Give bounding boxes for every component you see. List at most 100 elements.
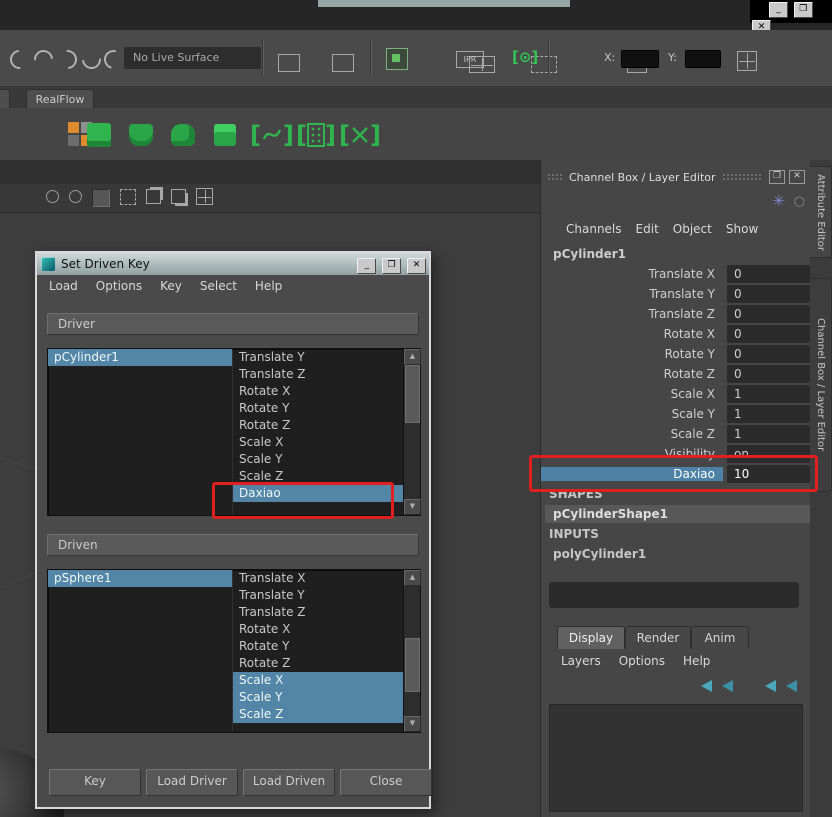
menu-key[interactable]: Key [160, 279, 182, 293]
attr-label[interactable]: Translate X [541, 267, 723, 281]
driver-attr-item[interactable]: Scale Y [233, 451, 403, 468]
menu-select[interactable]: Select [200, 279, 237, 293]
attr-value[interactable]: 0 [727, 305, 810, 323]
menu-options[interactable]: Options [96, 279, 142, 293]
menu-help[interactable]: Help [683, 654, 710, 668]
attr-label[interactable]: Rotate Y [541, 347, 723, 361]
driven-object-item[interactable]: pSphere1 [48, 570, 232, 587]
driver-attr-item[interactable]: Rotate X [233, 383, 403, 400]
connection-arrows-icon[interactable]: ✳ [772, 192, 785, 210]
menu-options[interactable]: Options [619, 654, 665, 668]
speed-control-icon[interactable]: ○ [794, 194, 805, 209]
driver-object-item[interactable]: pCylinder1 [48, 349, 232, 366]
copy-icon[interactable] [146, 189, 161, 207]
move-layer-up-icon[interactable] [701, 680, 712, 692]
grid-snap-icon[interactable] [78, 46, 105, 73]
driver-attr-item[interactable]: Rotate Z [233, 417, 403, 434]
driven-attr-item-selected[interactable]: Scale Y [233, 689, 403, 706]
driven-attr-item-selected[interactable]: Scale Z [233, 706, 403, 723]
isolate-select-icon[interactable] [196, 188, 213, 208]
construction-history-icon[interactable] [385, 48, 408, 70]
driver-attr-item[interactable]: Scale X [233, 434, 403, 451]
shelf-icon-container[interactable] [126, 120, 156, 150]
attr-value[interactable]: 0 [727, 325, 810, 343]
float-panel-icon[interactable]: ❐ [769, 170, 785, 184]
ipr-render-icon[interactable]: IPR [456, 51, 484, 68]
scroll-up-icon[interactable]: ▲ [404, 570, 421, 586]
surface-snap-icon[interactable] [30, 46, 57, 73]
empty-field[interactable] [549, 582, 799, 608]
dialog-minimize-button[interactable]: _ [357, 258, 377, 274]
paint-select-icon[interactable] [69, 190, 82, 206]
close-panel-icon[interactable]: ✕ [789, 170, 805, 184]
attr-value[interactable]: 0 [727, 365, 810, 383]
x-coordinate-input[interactable] [621, 50, 659, 68]
curve-snap-icon[interactable] [6, 46, 33, 73]
input-node-row[interactable]: polyCylinder1 [553, 547, 646, 561]
point-snap-icon[interactable] [54, 46, 81, 73]
driven-attr-item[interactable]: Translate X [233, 570, 403, 587]
driven-scrollbar[interactable]: ▲ ▼ [403, 570, 421, 732]
maximize-button[interactable]: ❐ [793, 2, 813, 18]
panel-grip[interactable] [547, 172, 563, 182]
attr-label[interactable]: Scale Z [541, 427, 723, 441]
scroll-up-icon[interactable]: ▲ [404, 349, 421, 365]
attr-value[interactable]: 1 [727, 425, 810, 443]
key-button[interactable]: Key [49, 769, 141, 796]
attr-label[interactable]: Scale Y [541, 407, 723, 421]
menu-help[interactable]: Help [255, 279, 282, 293]
grid-coordinates-icon[interactable] [736, 51, 757, 71]
menu-object[interactable]: Object [673, 222, 712, 236]
driven-attr-item[interactable]: Rotate Z [233, 655, 403, 672]
menu-load[interactable]: Load [49, 279, 78, 293]
close-dialog-button[interactable]: Close [340, 769, 432, 796]
driven-attr-item[interactable]: Rotate Y [233, 638, 403, 655]
tab-display[interactable]: Display [557, 626, 625, 649]
shelf-icon-grid-bracket[interactable]: [] [296, 120, 336, 150]
minimize-button[interactable]: _ [769, 2, 788, 18]
attr-value[interactable]: 1 [727, 405, 810, 423]
channel-box-header[interactable]: Channel Box / Layer Editor ❐ ✕ [541, 168, 811, 186]
scroll-down-icon[interactable]: ▼ [404, 716, 421, 732]
shelf-icon-cross-bracket[interactable]: [ ] [338, 120, 382, 150]
dialog-close-button[interactable]: ✕ [407, 258, 426, 274]
driver-attr-item[interactable]: Translate Y [233, 349, 403, 366]
attr-value[interactable]: 0 [727, 345, 810, 363]
menu-layers[interactable]: Layers [561, 654, 601, 668]
attr-value[interactable]: 1 [727, 385, 810, 403]
driver-scrollbar[interactable]: ▲ ▼ [403, 349, 421, 515]
shelf-tab-partial[interactable] [0, 89, 10, 109]
lasso-icon[interactable] [46, 190, 59, 206]
view-snap-icon[interactable] [100, 46, 127, 73]
tab-attribute-editor[interactable]: Attribute Editor [810, 166, 832, 258]
scrollbar-thumb[interactable] [405, 365, 420, 423]
shape-node-row[interactable]: pCylinderShape1 [545, 505, 811, 523]
attr-label[interactable]: Rotate X [541, 327, 723, 341]
driver-attr-item[interactable]: Rotate Y [233, 400, 403, 417]
attr-label[interactable]: Translate Z [541, 307, 723, 321]
shelf-icon-curve-bracket[interactable]: [ ] [250, 120, 294, 150]
scroll-down-icon[interactable]: ▼ [404, 499, 421, 515]
tab-render[interactable]: Render [625, 626, 691, 649]
tab-anim[interactable]: Anim [691, 626, 749, 649]
attr-label[interactable]: Scale X [541, 387, 723, 401]
scrollbar-thumb[interactable] [405, 638, 420, 692]
shelf-icon-cube[interactable] [210, 120, 240, 150]
driven-attr-item[interactable]: Translate Z [233, 604, 403, 621]
live-surface-field[interactable]: No Live Surface [124, 47, 261, 69]
layer-list-area[interactable] [549, 704, 803, 812]
paste-icon[interactable] [171, 189, 186, 207]
select-mode-icon[interactable] [92, 189, 110, 207]
input-connections-icon[interactable] [278, 54, 300, 72]
output-connections-icon[interactable] [331, 54, 354, 72]
driver-attr-item[interactable]: Translate Z [233, 366, 403, 383]
menu-show[interactable]: Show [726, 222, 758, 236]
menu-channels[interactable]: Channels [566, 222, 622, 236]
driven-attr-item[interactable]: Rotate X [233, 621, 403, 638]
shelf-tab-realflow[interactable]: RealFlow [26, 89, 94, 109]
shelf-icon-emitter[interactable] [84, 120, 114, 150]
driven-attr-item[interactable]: Translate Y [233, 587, 403, 604]
panel-grip[interactable] [721, 172, 761, 182]
attr-value[interactable]: 0 [727, 285, 810, 303]
attr-label[interactable]: Rotate Z [541, 367, 723, 381]
